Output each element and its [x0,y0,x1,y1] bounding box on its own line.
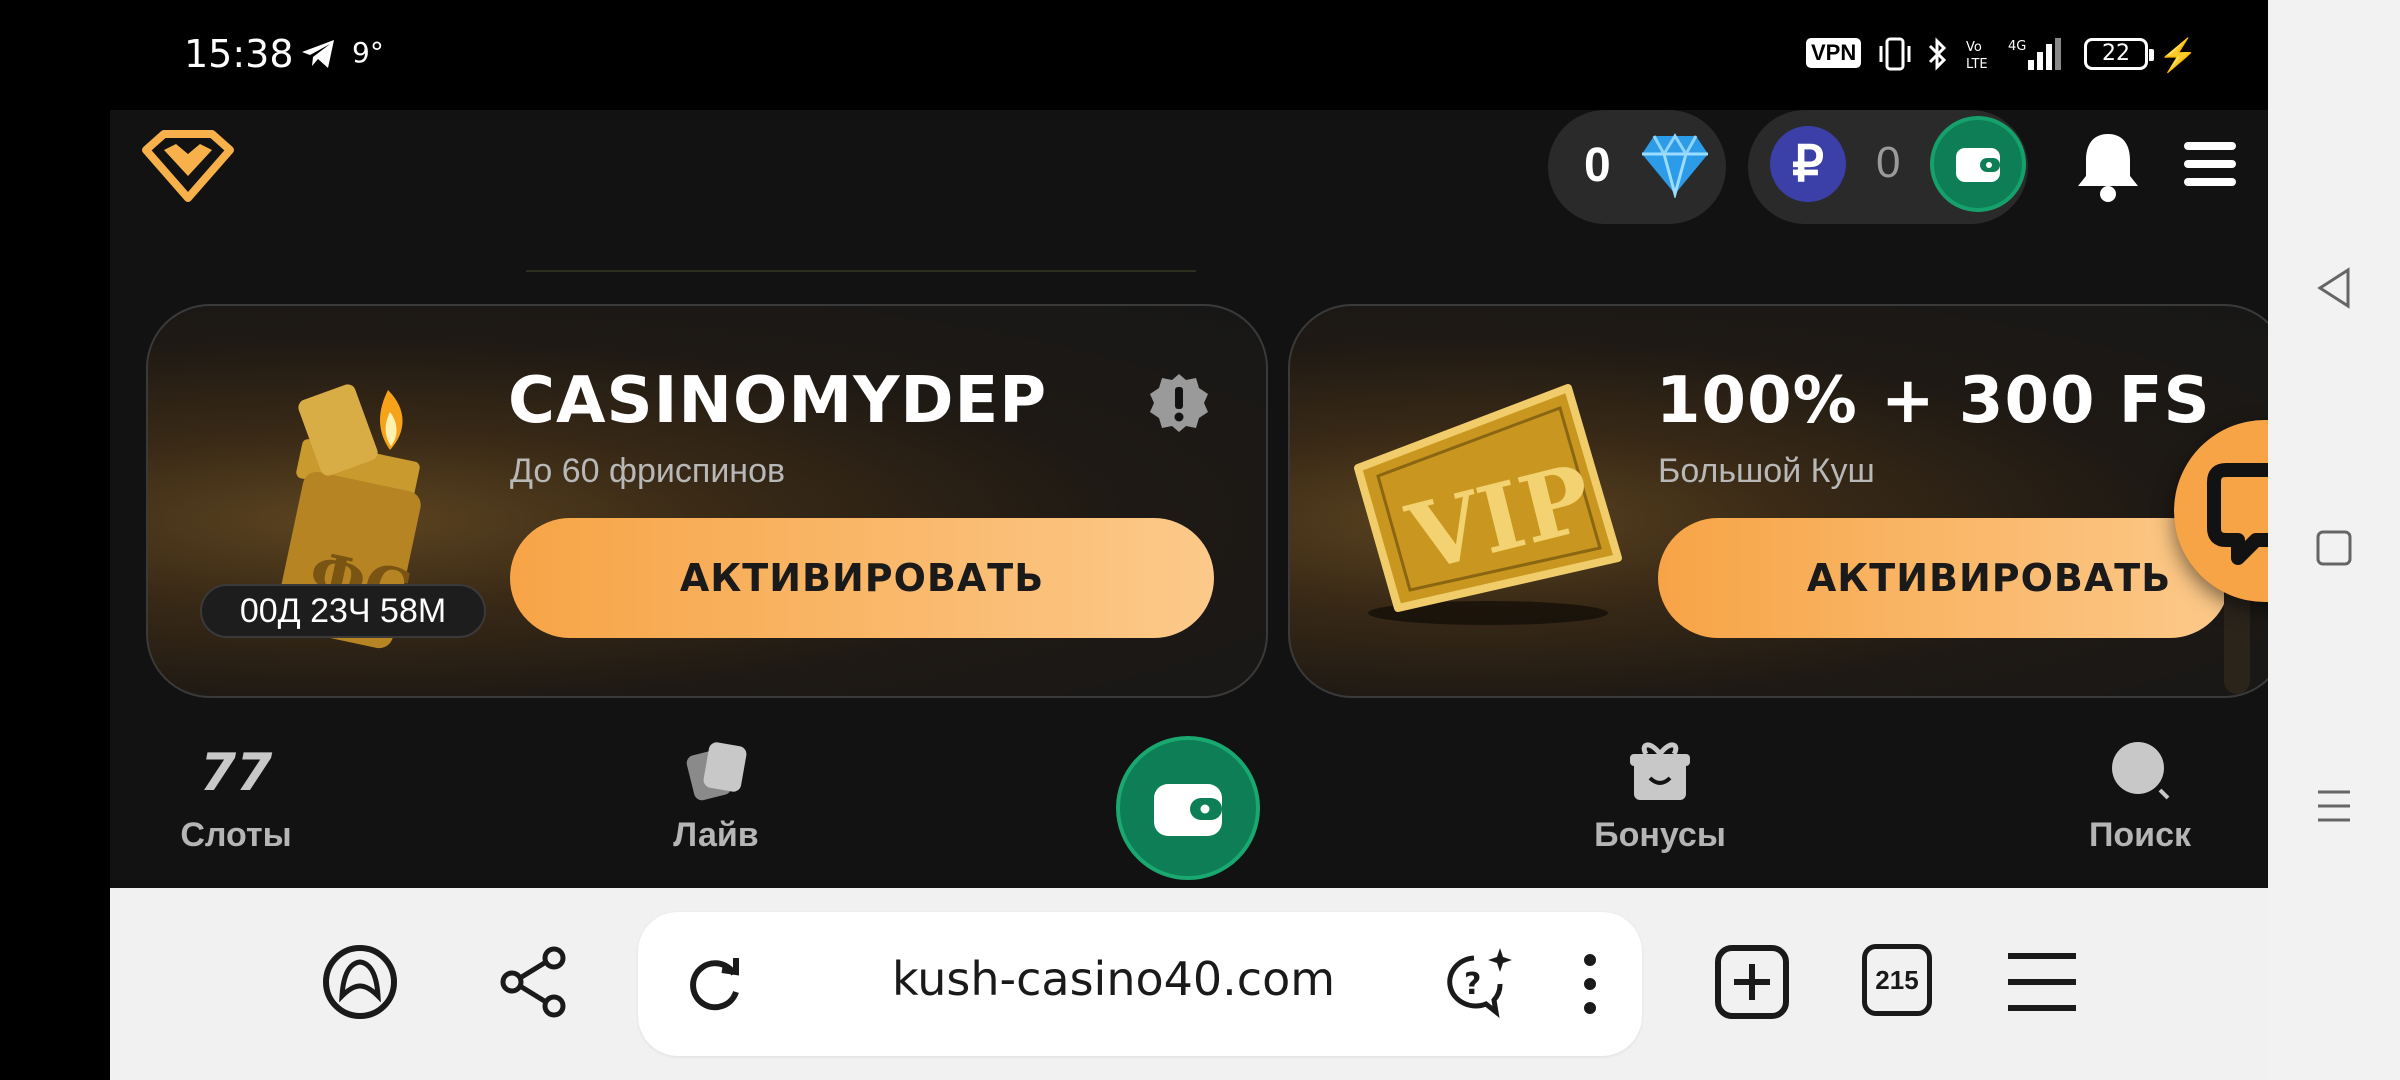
charging-icon: ⚡ [2158,37,2198,73]
status-temperature: 9° [352,36,384,69]
share-icon[interactable] [494,942,574,1022]
promo-card-welcome-bonus[interactable]: VIP 100% + 300 FS Большой Куш АКТИВИРОВА… [1288,304,2268,698]
bluetooth-icon [1928,37,1947,71]
nav-label: Слоты [180,816,292,854]
chat-icon [2207,463,2268,565]
address-bar[interactable]: kush-casino40.com ? [638,912,1642,1056]
promo-timer: 00Д 23Ч 58М [200,584,486,638]
url-text[interactable]: kush-casino40.com [892,952,1335,1006]
nav-slots[interactable]: 777 Слоты [136,738,336,855]
vpn-badge: VPN [1806,38,1862,68]
more-options-icon[interactable] [1550,944,1630,1024]
promo-title: 100% + 300 FS [1656,364,2211,438]
telegram-icon [302,40,334,68]
nav-label: Бонусы [1594,816,1726,854]
browser-menu-icon[interactable] [2002,942,2082,1022]
wallet-icon [1956,148,2000,182]
promo-card-casinomydep[interactable]: ФС 00Д 23Ч 58М CASINOMYDEP До 60 фриспин… [146,304,1268,698]
svg-text:Vo: Vo [1966,40,1982,55]
battery-indicator: 22 [2084,38,2154,70]
slots-777-icon: 777 [200,743,276,802]
ruble-icon: ₽ [1770,126,1846,202]
promo-subtitle: Большой Куш [1658,452,1875,490]
status-time: 15:38 [184,32,294,76]
promo-title: CASINOMYDEP [508,364,1048,438]
app-header: 0 ₽ 0 [110,110,2268,224]
signal-icon: 4G [2008,38,2061,70]
svg-text:777: 777 [200,743,276,802]
nav-search[interactable]: Поиск [2040,738,2240,855]
search-icon [2112,742,2170,800]
support-chat-button[interactable] [2174,420,2268,602]
volte-icon: Vo LTE [1966,40,1988,72]
info-icon[interactable] [1148,372,1210,434]
system-navigation [2268,0,2400,1080]
status-bar: 15:38 9° VPN Vo LTE 4G 22 ⚡ [0,0,2268,110]
divider [526,270,1196,272]
status-icons: Vo LTE 4G [1878,34,2062,74]
vibrate-icon [1879,37,1911,71]
svg-text:?: ? [1464,967,1481,1002]
screen: 15:38 9° VPN Vo LTE 4G 22 ⚡ 0 ₽ 0 ФС 00Д… [0,0,2400,1080]
gift-icon [1630,742,1690,800]
gems-balance[interactable]: 0 [1548,110,1726,224]
cards-icon [686,742,747,801]
home-icon[interactable] [2310,524,2358,572]
balance-amount: 0 [1876,138,1901,187]
activate-button[interactable]: АКТИВИРОВАТЬ [510,518,1214,638]
site-bottom-nav: 777 Слоты Лайв Бонусы Поиск [110,720,2268,888]
tabs-counter[interactable]: 215 [1862,944,1932,1016]
back-icon[interactable] [2310,264,2358,312]
browser-toolbar: kush-casino40.com ? 215 [110,888,2268,1080]
wallet-icon [1154,784,1222,836]
diamond-icon [1642,133,1708,198]
nav-label: Лайв [673,816,759,854]
deposit-button[interactable] [1930,116,2026,212]
promo-subtitle: До 60 фриспинов [510,452,786,490]
gems-count: 0 [1584,139,1611,192]
svg-text:LTE: LTE [1966,57,1988,72]
ai-help-icon[interactable]: ? [1438,944,1518,1024]
nav-wallet-button[interactable] [1116,736,1260,880]
vip-ticket-icon: VIP [1354,384,1622,625]
new-tab-icon[interactable] [1712,942,1792,1022]
nav-bonuses[interactable]: Бонусы [1560,738,1760,855]
notifications-bell-icon[interactable] [2070,126,2146,206]
wallet-balance[interactable]: ₽ 0 [1748,110,2028,224]
menu-icon[interactable] [2182,138,2238,190]
logo-icon[interactable] [140,126,236,206]
recents-icon[interactable] [2310,782,2358,830]
web-content: 0 ₽ 0 ФС 00Д 23Ч 58М CASINOMYDEP До 60 ф… [110,110,2268,888]
activate-button[interactable]: АКТИВИРОВАТЬ [1658,518,2230,638]
reload-icon[interactable] [676,944,756,1024]
nav-label: Поиск [2088,816,2192,854]
alice-assistant-icon[interactable] [320,942,400,1022]
nav-live[interactable]: Лайв [616,738,816,855]
svg-text:4G: 4G [2008,39,2026,54]
